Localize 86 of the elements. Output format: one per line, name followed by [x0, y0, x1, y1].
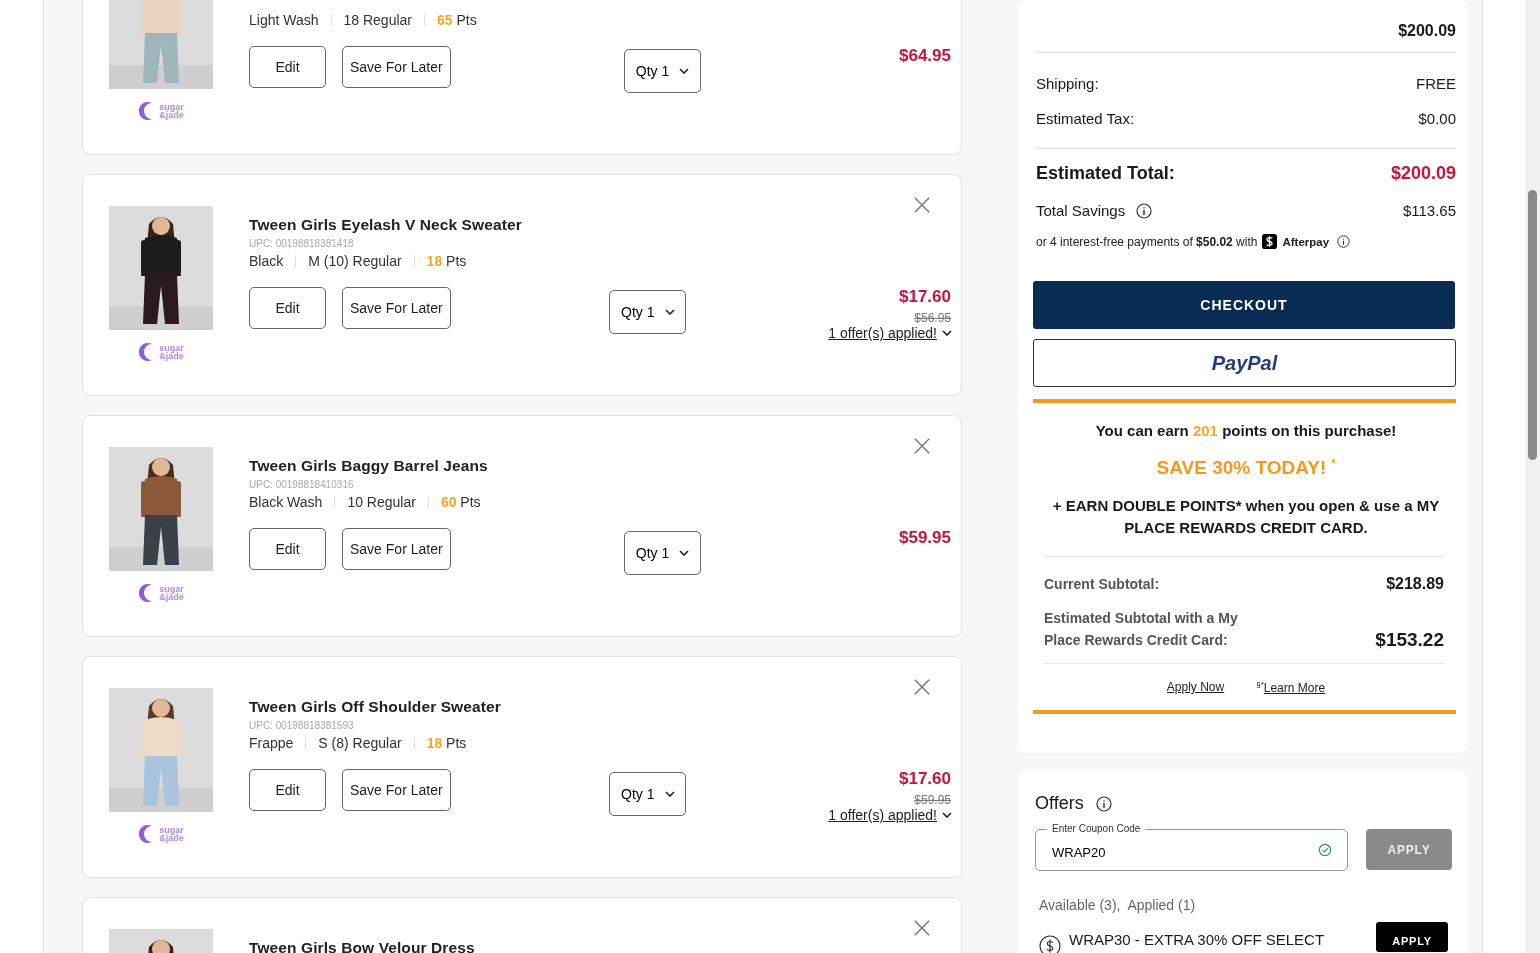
info-icon[interactable]	[1337, 235, 1351, 248]
quantity-dropdown[interactable]: Qty 1	[609, 290, 687, 334]
offers-applied-link[interactable]: 1 offer(s) applied!	[828, 325, 937, 341]
chevron-icon	[664, 791, 675, 797]
points-text: 18 Pts	[426, 253, 467, 269]
savings-value: $113.65	[1402, 202, 1456, 219]
subtotal-amount: $200.09	[1398, 22, 1456, 40]
upc-text: UPC: 00198818410316	[249, 479, 354, 490]
save-for-later-button[interactable]: Save For Later	[342, 287, 451, 329]
apply-now-link[interactable]: Apply Now	[1166, 680, 1225, 695]
size-text: S (8) Regular	[318, 735, 402, 751]
afterpay-text: or 4 interest-free payments of $50.02 with	[1036, 234, 1258, 249]
close-icon[interactable]	[913, 678, 931, 696]
afterpay-brand: Afterpay	[1282, 235, 1330, 248]
save-for-later-button[interactable]: Save For Later	[342, 769, 451, 811]
brand-logo: sugar &jade	[138, 583, 184, 603]
quantity-dropdown[interactable]: Qty 1	[609, 772, 687, 816]
points-text: 60 Pts	[440, 494, 481, 510]
product-title[interactable]: Tween Girls Eyelash V Neck Sweater	[249, 216, 951, 236]
savings-label: Total Savings	[1036, 202, 1126, 219]
close-icon[interactable]	[913, 196, 931, 214]
chevron-icon	[679, 550, 690, 556]
offers-title: Offers	[1035, 793, 1084, 814]
size-text: M (10) Regular	[308, 253, 402, 269]
chevron-icon	[679, 68, 690, 74]
close-icon[interactable]	[913, 919, 931, 937]
paypal-button[interactable]: PayPal	[1033, 339, 1456, 387]
chevron-icon[interactable]	[942, 812, 952, 818]
save-for-later-button[interactable]: Save For Later	[342, 528, 451, 570]
total-label: Estimated Total:	[1036, 163, 1175, 184]
original-price-text: $56.95	[914, 311, 951, 325]
edit-button[interactable]: Edit	[249, 46, 326, 88]
info-icon[interactable]	[1095, 795, 1112, 812]
footnote-mark: §*	[1256, 680, 1264, 689]
shipping-value: FREE	[1416, 75, 1456, 92]
edit-button[interactable]: Edit	[249, 769, 326, 811]
double-points-text: + EARN DOUBLE POINTS* when you open & use a MY PLACE REWARDS CREDIT CARD.	[1051, 496, 1441, 538]
size-text: 18 Regular	[343, 12, 412, 28]
afterpay-logo-icon	[1262, 234, 1278, 249]
quantity-dropdown[interactable]: Qty 1	[624, 531, 701, 575]
offer-counts-text: Available (3), Applied (1)	[1039, 897, 1197, 913]
chevron-icon	[664, 309, 675, 315]
scrollbar[interactable]	[1525, 0, 1540, 953]
save-for-later-button[interactable]: Save For Later	[342, 46, 451, 88]
product-title[interactable]: Tween Girls Bow Velour Dress	[249, 939, 951, 953]
promo-heading: SAVE 30% TODAY! $^{*}$	[1155, 457, 1337, 479]
field-label: Enter Coupon Code	[1047, 823, 1146, 835]
variant-text: Frappe	[249, 735, 294, 751]
points-text: 65 Pts	[437, 12, 477, 28]
product-title[interactable]: Tween Girls Off Shoulder Sweater	[249, 698, 951, 718]
upc-text: UPC: 00198818381418	[249, 238, 354, 249]
variant-text: Black Wash	[249, 494, 323, 510]
quantity-dropdown[interactable]: Qty 1	[624, 49, 701, 93]
estimated-subtotal-label: Estimated Subtotal with a My Place Rewards Credit Card:	[1044, 609, 1239, 650]
points-text: 18 Pts	[426, 735, 467, 751]
price-text: $59.95	[899, 528, 951, 548]
current-subtotal-label: Current Subtotal:	[1044, 576, 1160, 592]
price-text: $17.60	[899, 287, 951, 307]
shipping-label: Shipping:	[1036, 75, 1099, 92]
variant-text: Black	[249, 253, 284, 269]
tax-label: Estimated Tax:	[1036, 110, 1135, 127]
apply-button[interactable]: APPLY	[1376, 922, 1448, 952]
original-price-text: $59.95	[914, 793, 951, 807]
upc-text: UPC: 00198818381593	[249, 720, 354, 731]
estimated-subtotal-value: $153.22	[1375, 629, 1444, 651]
checkout-button[interactable]: CHECKOUT	[1033, 281, 1455, 329]
brand-logo: sugar &jade	[138, 101, 184, 121]
edit-button[interactable]: Edit	[249, 528, 326, 570]
brand-logo: sugar &jade	[138, 824, 184, 844]
current-subtotal-value: $218.89	[1386, 575, 1444, 593]
variant-text: Light Wash	[249, 12, 319, 28]
price-text: $17.60	[899, 769, 951, 789]
total-value: $200.09	[1390, 163, 1456, 184]
tax-value: $0.00	[1418, 110, 1456, 127]
price-text: $64.95	[899, 46, 951, 66]
earn-points-text: You can earn 201 points on this purchase!	[1094, 422, 1398, 439]
chevron-icon[interactable]	[942, 330, 952, 336]
size-text: 10 Regular	[347, 494, 416, 510]
product-title[interactable]: Tween Girls Baggy Barrel Jeans	[249, 457, 951, 477]
info-icon[interactable]	[1136, 202, 1153, 219]
learn-more-link[interactable]: Learn More	[1263, 681, 1326, 695]
offer-text: WRAP30 - EXTRA 30% OFF SELECT	[1069, 931, 1326, 948]
close-icon[interactable]	[913, 437, 931, 455]
offers-applied-link[interactable]: 1 offer(s) applied!	[828, 807, 937, 823]
edit-button[interactable]: Edit	[249, 287, 326, 329]
brand-logo: sugar &jade	[138, 342, 184, 362]
